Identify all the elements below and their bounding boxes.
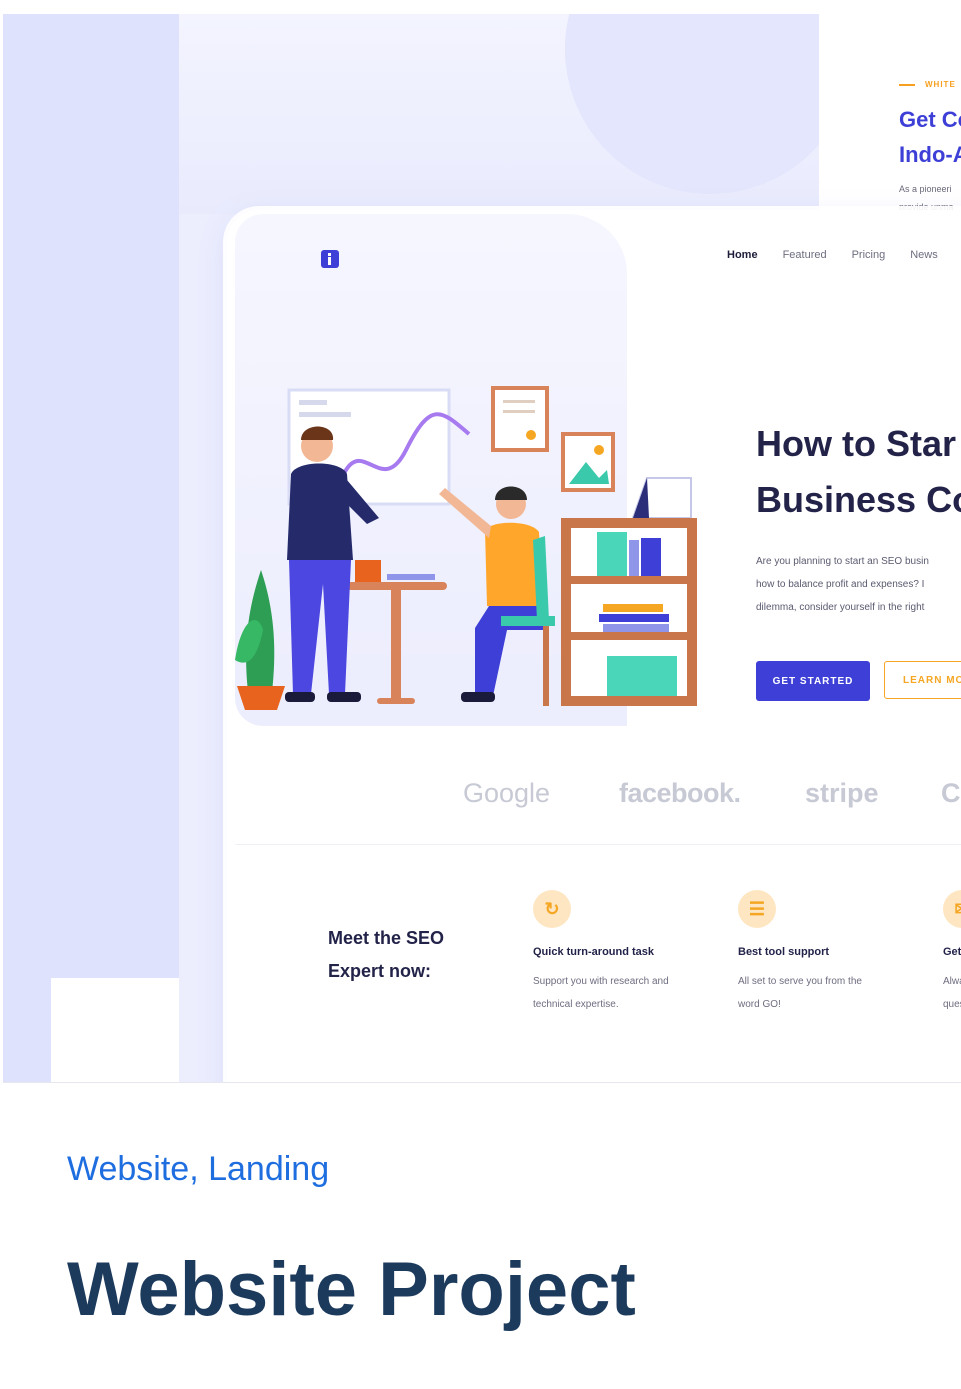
feature-quick-task: ↻ Quick turn-around task Support you wit… (533, 890, 733, 1016)
chair-leg (543, 626, 549, 706)
nav-item-home[interactable]: Home (727, 249, 758, 261)
hero-description: Are you planning to start an SEO busin h… (756, 550, 929, 619)
back-card-heading-line: Indo-A (899, 142, 961, 167)
back-card-tag: WHITE (899, 80, 956, 89)
person-two-arm (439, 488, 491, 538)
project-preview-image[interactable]: WHITE Get Co Indo-A As a pioneeri provid… (3, 14, 961, 1082)
hero-title-line: Business Co (756, 479, 961, 520)
section-divider (235, 844, 961, 845)
person-one-shoe (327, 692, 361, 702)
layers-icon: ☰ (738, 890, 776, 928)
whiteboard-line (299, 400, 327, 405)
back-card-heading: Get Co Indo-A (899, 102, 961, 172)
table-base (377, 698, 415, 704)
feature-description-line: word GO! (738, 999, 781, 1010)
get-started-button[interactable]: GET STARTED (756, 661, 870, 701)
notebook (387, 574, 435, 580)
person-two-hair (495, 486, 527, 500)
person-one-shirt (287, 463, 353, 560)
certificate-frame (491, 386, 549, 452)
feature-description: All set to serve you from the word GO! (738, 970, 938, 1016)
partner-logo: C (941, 778, 961, 808)
feature-description: Alwa ques (943, 970, 961, 1016)
plant-pot (237, 686, 285, 710)
meet-expert-heading: Meet the SEO Expert now: (328, 922, 444, 988)
back-card-paragraph: As a pioneeri provide unma (899, 180, 954, 214)
feature-title: Get (943, 946, 961, 958)
project-category-link[interactable]: Website, Landing (67, 1150, 329, 1189)
book (597, 532, 627, 576)
storage-box (607, 656, 677, 696)
book (641, 538, 661, 576)
project-title[interactable]: Website Project (67, 1246, 636, 1333)
meet-expert-line: Expert now: (328, 961, 432, 981)
nav-item-pricing[interactable]: Pricing (852, 249, 886, 261)
certificate-line (503, 410, 535, 413)
calendar-side (633, 478, 649, 518)
back-card-paragraph-line: As a pioneeri (899, 184, 952, 194)
feature-third: ✉ Get Alwa ques (943, 890, 961, 1016)
feature-description: Support you with research and technical … (533, 970, 733, 1016)
background-band (3, 14, 179, 1082)
picture-sun (594, 445, 604, 455)
table-top (347, 582, 447, 590)
back-card: WHITE Get Co Indo-A As a pioneeri provid… (819, 14, 961, 214)
chair-seat (501, 616, 555, 626)
background-block (51, 978, 179, 1082)
chat-icon: ✉ (943, 890, 961, 928)
preview-border (3, 1082, 961, 1083)
hero-title-line: How to Star (756, 423, 957, 464)
landing-page-card: Home Featured Pricing News How to Star B… (227, 210, 961, 1082)
refresh-icon: ↻ (533, 890, 571, 928)
stripe-logo: stripe (805, 778, 879, 808)
feature-description-line: Alwa (943, 976, 961, 987)
google-logo: Google (463, 778, 551, 808)
feature-tool-support: ☰ Best tool support All set to serve you… (738, 890, 938, 1016)
brand-logos: Google facebook. stripe C (227, 778, 961, 828)
feature-title: Quick turn-around task (533, 946, 655, 958)
facebook-logo: facebook. (619, 778, 741, 808)
hero-title: How to Star Business Co (756, 416, 961, 528)
book-stack (603, 624, 669, 632)
book (629, 540, 639, 576)
feature-description-line: technical expertise. (533, 999, 619, 1010)
hero-description-line: how to balance profit and expenses? I (756, 579, 925, 590)
book-stack (603, 604, 663, 612)
whiteboard-line (299, 412, 351, 417)
back-card-heading-line: Get Co (899, 107, 961, 132)
book-stack (599, 614, 669, 622)
hero-description-line: Are you planning to start an SEO busin (756, 556, 929, 567)
certificate-seal (526, 430, 536, 440)
person-one-shoe (285, 692, 315, 702)
learn-more-button[interactable]: LEARN MOR (884, 661, 961, 699)
person-two-shoe (461, 692, 495, 702)
feature-description-line: All set to serve you from the (738, 976, 862, 987)
top-nav: Home Featured Pricing News (727, 249, 938, 261)
site-logo-icon[interactable] (321, 250, 339, 268)
feature-description-line: ques (943, 999, 961, 1010)
meet-expert-line: Meet the SEO (328, 928, 445, 948)
nav-item-featured[interactable]: Featured (783, 249, 827, 261)
hero-illustration (235, 386, 697, 710)
nav-item-news[interactable]: News (910, 249, 938, 261)
feature-description-line: Support you with research and (533, 976, 669, 987)
certificate-line (503, 400, 535, 403)
coffee-mug (355, 560, 381, 582)
person-one-pants (289, 560, 351, 694)
table-leg (391, 590, 401, 700)
feature-title: Best tool support (738, 946, 830, 958)
hero-description-line: dilemma, consider yourself in the right (756, 602, 925, 613)
